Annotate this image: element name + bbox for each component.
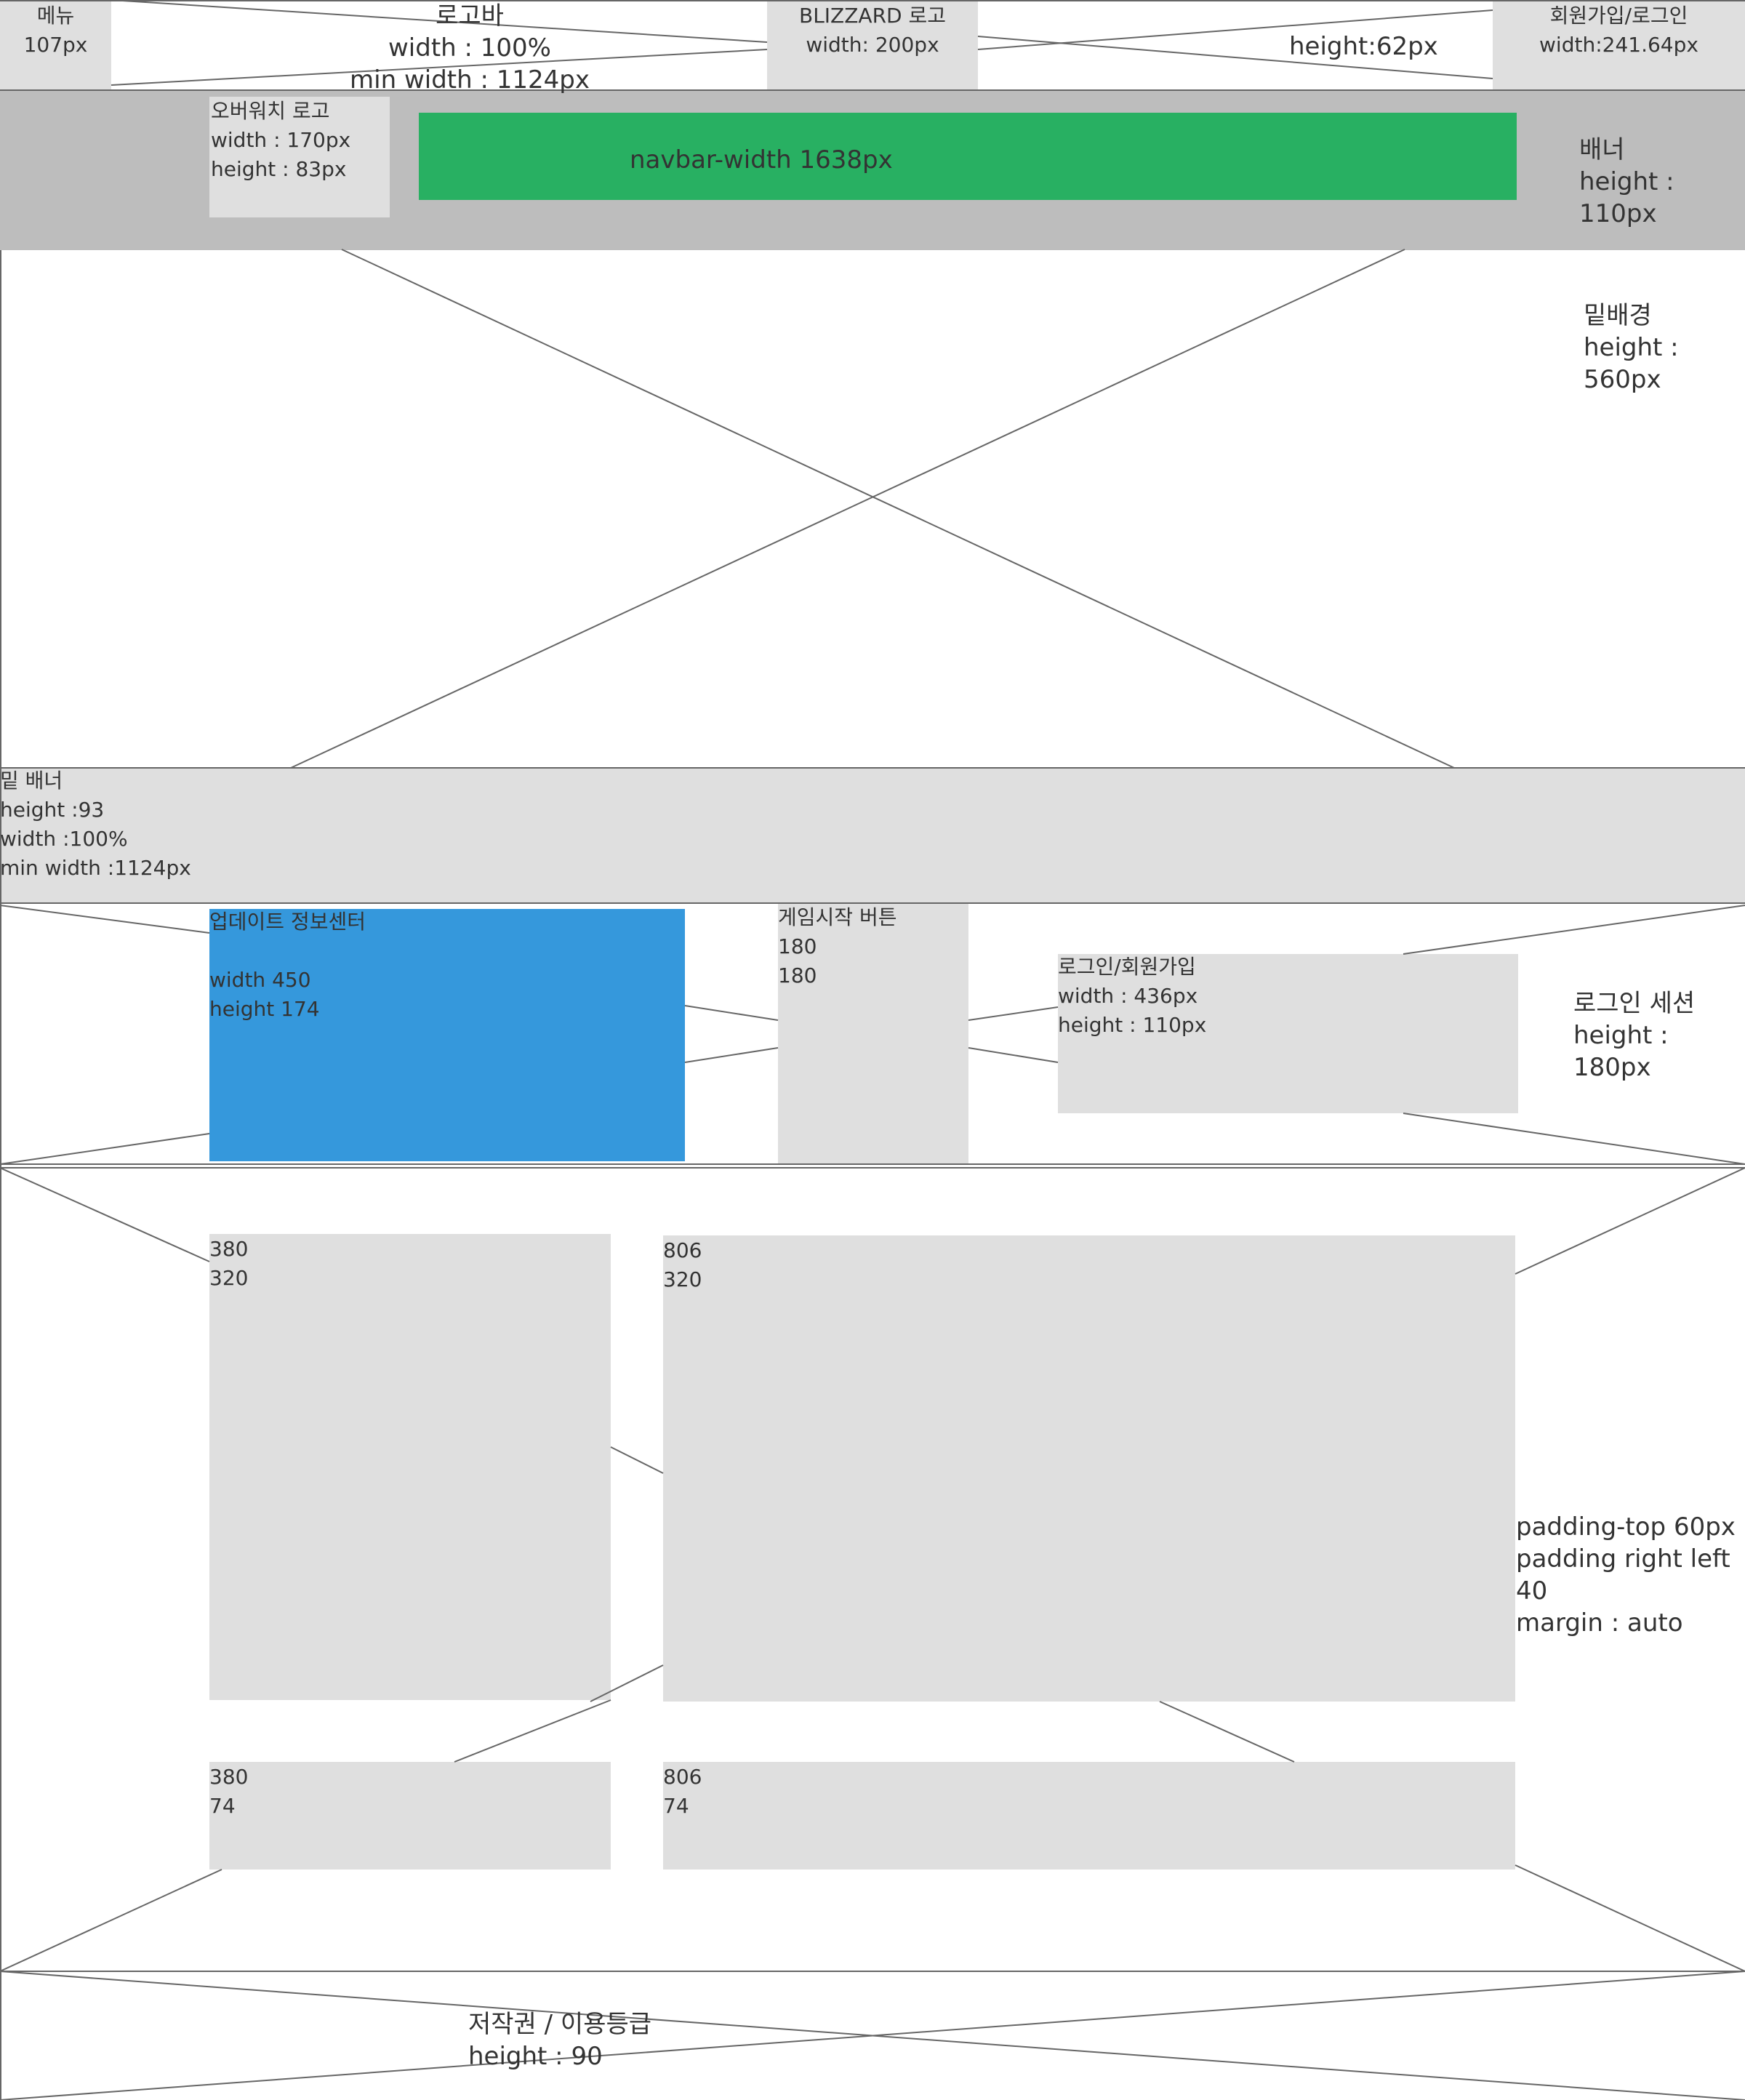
content-margin: margin : auto: [1516, 1608, 1683, 1638]
logo-bar-name: 로고바: [436, 1, 504, 31]
content-padding-top: padding-top 60px: [1516, 1512, 1736, 1542]
menu-label: 메뉴 107px: [0, 1, 111, 60]
content-padding-label: padding-top 60px padding right left 40 m…: [1516, 1511, 1745, 1639]
bottom-background-label: 밑배경 height : 560px: [1584, 300, 1745, 396]
signup-login-name: 회원가입/로그인: [1549, 4, 1688, 28]
banner-label: 배너 height : 110px: [1579, 134, 1745, 230]
blizzard-logo-name: BLIZZARD 로고: [798, 4, 947, 28]
login-section-label: 로그인 세션 height : 180px: [1573, 987, 1745, 1083]
overwatch-logo-name: 오버워치 로고: [211, 99, 330, 123]
login-box-height: height : 110px: [1058, 1013, 1207, 1037]
content-padding-sides: padding right left 40: [1516, 1544, 1730, 1606]
login-section-name: 로그인 세션: [1573, 989, 1696, 1018]
bottom-banner-height: height :93: [0, 798, 105, 822]
content-box-3-label: 380 74: [209, 1763, 248, 1821]
logo-bar-width: width : 100%: [388, 33, 551, 63]
blizzard-logo-width: width: 200px: [806, 33, 939, 57]
content-box-3-h: 74: [209, 1794, 236, 1818]
bottom-banner-width: width :100%: [0, 827, 128, 851]
update-center-height: height 174: [209, 997, 320, 1021]
content-box-3-w: 380: [209, 1765, 249, 1789]
banner-height: height : 110px: [1579, 167, 1674, 228]
top-bar-height-note: height:62px: [1289, 32, 1438, 61]
content-box-2: [663, 1235, 1515, 1702]
game-start-label: 게임시작 버튼 180 180: [778, 903, 896, 990]
overwatch-logo-label: 오버워치 로고 width : 170px height : 83px: [211, 97, 350, 184]
game-start-height: 180: [778, 963, 817, 987]
login-box-label: 로그인/회원가입 width : 436px height : 110px: [1058, 953, 1206, 1040]
footer-name: 저작권 / 이용등급: [468, 2010, 652, 2039]
login-box-name: 로그인/회원가입: [1058, 955, 1196, 979]
content-box-1-label: 380 320: [209, 1235, 248, 1293]
navbar-width-label: navbar-width 1638px: [630, 145, 893, 175]
game-start-name: 게임시작 버튼: [778, 905, 897, 929]
banner-name: 배너: [1579, 135, 1625, 164]
update-center-name: 업데이트 정보센터: [209, 910, 366, 934]
bottom-banner: [0, 768, 1745, 903]
content-box-2-label: 806 320: [663, 1236, 702, 1294]
login-section-height: height : 180px: [1573, 1021, 1669, 1082]
content-box-1: [209, 1234, 611, 1700]
overwatch-logo-width: width : 170px: [211, 128, 351, 152]
content-box-4: [663, 1762, 1515, 1869]
update-center-label: 업데이트 정보센터 width 450 height 174: [209, 907, 366, 1024]
menu-name: 메뉴: [36, 4, 75, 28]
content-box-1-h: 320: [209, 1266, 249, 1290]
blizzard-logo-label: BLIZZARD 로고 width: 200px: [767, 1, 978, 60]
bottom-background-height: height : 560px: [1584, 333, 1679, 394]
signup-login-label: 회원가입/로그인 width:241.64px: [1493, 1, 1745, 60]
content-box-1-w: 380: [209, 1237, 249, 1261]
logo-bar-min-width: min width : 1124px: [350, 65, 590, 95]
content-box-4-w: 806: [663, 1765, 702, 1789]
footer-label: 저작권 / 이용등급 height : 90: [468, 2008, 651, 2072]
game-start-width: 180: [778, 934, 817, 958]
bottom-banner-name: 밑 배너: [0, 769, 63, 793]
login-box-width: width : 436px: [1058, 984, 1198, 1008]
signup-login-width: width:241.64px: [1539, 33, 1698, 57]
bottom-banner-min-width: min width :1124px: [0, 856, 191, 880]
content-box-2-w: 806: [663, 1238, 702, 1262]
overwatch-logo-height: height : 83px: [211, 157, 347, 181]
bottom-background-name: 밑배경: [1584, 301, 1652, 330]
logo-bar-label: 로고바 width : 100% min width : 1124px: [324, 0, 615, 96]
footer-height: height : 90: [468, 2042, 603, 2071]
content-box-4-label: 806 74: [663, 1763, 702, 1821]
content-box-3: [209, 1762, 611, 1869]
update-center-width: width 450: [209, 968, 311, 992]
navbar: [419, 113, 1517, 200]
menu-size: 107px: [23, 33, 88, 57]
content-box-2-h: 320: [663, 1267, 702, 1291]
bottom-banner-label: 밑 배너 height :93 width :100% min width :1…: [0, 766, 191, 883]
content-box-4-h: 74: [663, 1794, 689, 1818]
